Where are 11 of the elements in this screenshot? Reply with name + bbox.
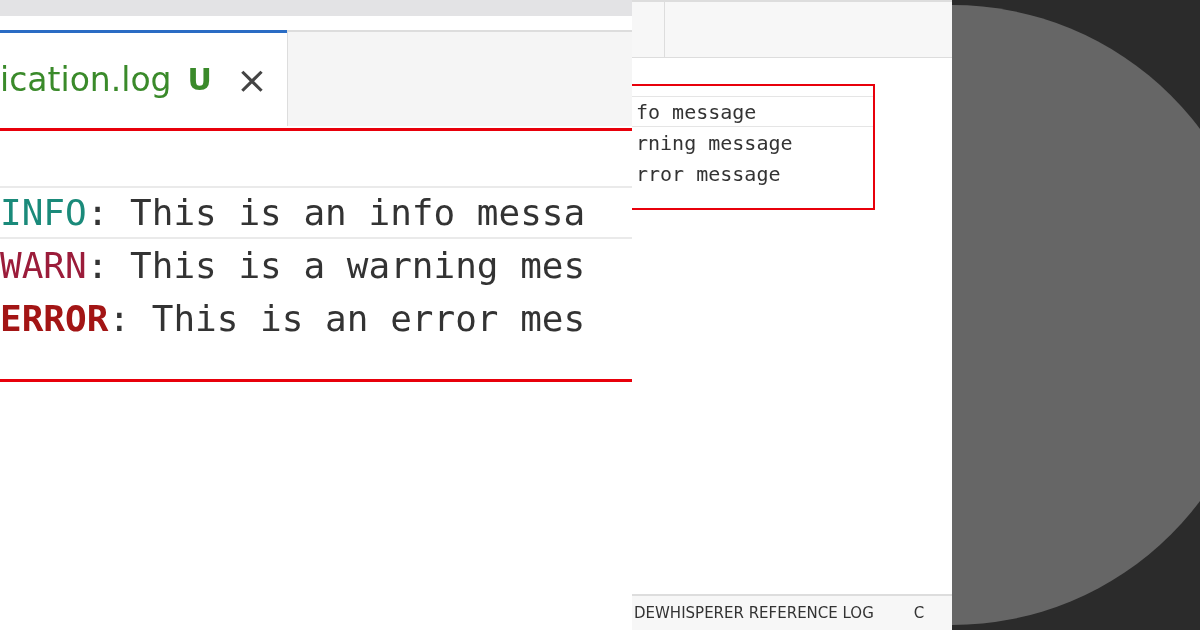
log-line: ERROR: This is an error mes	[0, 296, 587, 341]
log-line: fo message	[632, 96, 873, 127]
panel-tab[interactable]: C	[913, 601, 925, 625]
untracked-status: U	[187, 61, 212, 99]
panel-tab[interactable]: DEWHISPERER REFERENCE LOG	[634, 601, 874, 625]
log-line: INFO: This is an info messa	[0, 186, 632, 239]
log-line: rning message	[635, 129, 794, 157]
close-icon[interactable]: ×	[235, 60, 268, 99]
log-line: WARN: This is a warning mes	[0, 243, 587, 288]
log-line: rror message	[635, 160, 782, 188]
file-name: ication.log	[0, 58, 172, 101]
